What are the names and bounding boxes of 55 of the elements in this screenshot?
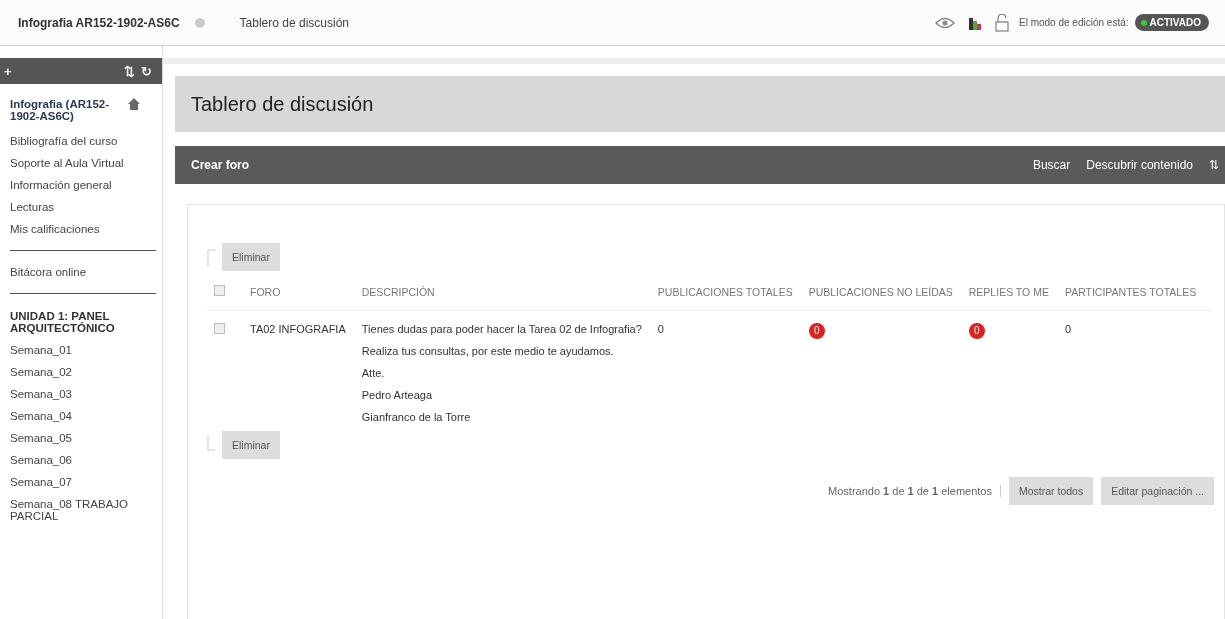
add-button[interactable]: + — [4, 63, 12, 79]
sidebar-link[interactable]: Semana_06 — [10, 449, 162, 471]
column-header[interactable]: FORO — [250, 285, 281, 298]
replies-count-badge[interactable]: 0 — [968, 323, 985, 339]
column-header[interactable]: PARTICIPANTES TOTALES — [1064, 285, 1197, 298]
sort-button[interactable]: ⇅ — [1209, 158, 1219, 172]
sidebar-link[interactable]: Bitácora online — [10, 261, 162, 283]
edit-pagination-button[interactable]: Editar paginación ... — [1101, 477, 1214, 505]
sidebar-link[interactable]: Semana_07 — [10, 471, 162, 493]
edit-mode-toggle[interactable]: ACTIVADO — [1134, 14, 1209, 31]
home-icon[interactable] — [128, 98, 140, 110]
pagination-summary: Mostrando 1 de 1 de 1 elementos — [828, 485, 1001, 497]
description-line: Pedro Arteaga — [361, 389, 434, 401]
discover-content-button[interactable]: Descubrir contenido — [1086, 158, 1193, 172]
sidebar-link[interactable]: Información general — [10, 174, 162, 196]
sidebar-link[interactable]: Semana_05 — [10, 427, 162, 449]
row-checkbox[interactable] — [214, 323, 225, 334]
delete-button[interactable]: Eliminar — [222, 431, 280, 459]
sidebar-link[interactable]: Semana_08 TRABAJO PARCIAL — [10, 493, 162, 527]
color-bars-icon[interactable] — [969, 15, 981, 30]
description-line: Gianfranco de la Torre — [361, 411, 472, 423]
column-header[interactable]: PUBLICACIONES TOTALES — [657, 285, 793, 298]
course-title[interactable]: Infografia AR152-1902-AS6C — [18, 15, 180, 30]
sidebar-link[interactable]: Semana_02 — [10, 361, 162, 383]
delete-button[interactable]: Eliminar — [222, 243, 280, 271]
course-link[interactable]: Infografia (AR152-1902-AS6C) — [10, 98, 115, 122]
description-line: Atte. — [361, 367, 386, 379]
refresh-button[interactable]: ↻ — [141, 63, 152, 79]
table-cell: 0 — [657, 323, 664, 335]
sidebar-link[interactable]: Semana_01 — [10, 339, 162, 361]
sidebar-link[interactable]: Semana_04 — [10, 405, 162, 427]
sidebar-heading[interactable]: UNIDAD 1: PANEL ARQUITECTÓNICO — [10, 304, 130, 339]
unread-count-badge[interactable]: 0 — [808, 323, 825, 339]
eye-icon[interactable] — [935, 15, 955, 30]
select-all-checkbox[interactable] — [214, 285, 225, 296]
sidebar-link[interactable]: Mis calificaciones — [10, 218, 162, 240]
breadcrumb[interactable]: Tablero de discusión — [239, 15, 349, 30]
forum-link[interactable]: TA02 INFOGRAFIA — [250, 323, 346, 335]
column-header[interactable]: PUBLICACIONES NO LEÍDAS — [808, 285, 953, 298]
create-forum-button[interactable]: Crear foro — [191, 158, 249, 172]
sidebar-link[interactable]: Bibliografía del curso — [10, 130, 162, 152]
unlocked-lock-icon[interactable] — [995, 13, 1009, 32]
description-line: Realiza tus consultas, por este medio te ayudamos. — [361, 345, 615, 357]
description-line: Tienes dudas para poder hacer la Tarea 02 de Infografia? — [361, 323, 642, 335]
show-all-button[interactable]: Mostrar todos — [1009, 477, 1094, 505]
sort-button[interactable]: ⇅ — [124, 63, 135, 79]
sidebar-link[interactable]: Soporte al Aula Virtual — [10, 152, 162, 174]
column-header[interactable]: REPLIES TO ME — [968, 285, 1049, 298]
table-cell: 0 — [1064, 323, 1072, 335]
page-title: Tablero de discusión — [191, 92, 374, 116]
search-button[interactable]: Buscar — [1032, 158, 1071, 172]
sidebar-link[interactable]: Semana_03 — [10, 383, 162, 405]
sidebar-link[interactable]: Lecturas — [10, 196, 162, 218]
edit-mode-label: El modo de edición está: — [1019, 17, 1129, 28]
column-header[interactable]: DESCRIPCIÓN — [361, 285, 435, 298]
